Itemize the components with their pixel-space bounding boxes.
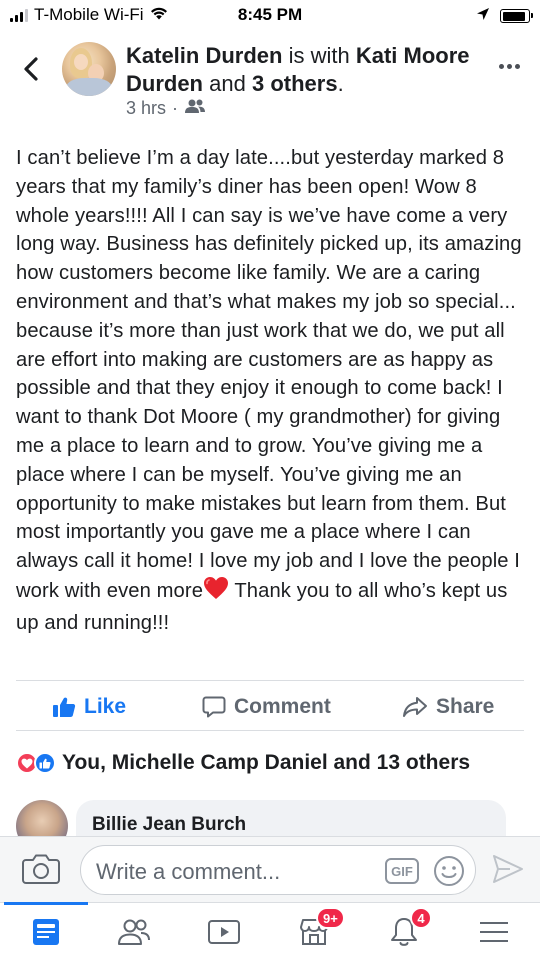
post-author-line: Katelin Durden is with Kati Moore Durden… bbox=[126, 42, 486, 98]
comment-button[interactable]: Comment bbox=[202, 684, 331, 730]
marketplace-badge: 9+ bbox=[316, 907, 345, 929]
and-text: and bbox=[209, 71, 246, 96]
share-button[interactable]: Share bbox=[402, 684, 494, 730]
comment-label: Comment bbox=[234, 695, 331, 718]
friends-icon bbox=[184, 98, 206, 119]
menu-icon bbox=[480, 922, 508, 942]
like-reaction-icon bbox=[34, 752, 56, 774]
post-text-part1: I can’t believe I’m a day late....but ye… bbox=[16, 147, 522, 602]
location-arrow-icon bbox=[476, 6, 490, 26]
write-comment-bar: Write a comment... GIF bbox=[0, 836, 540, 902]
meta-separator: · bbox=[172, 98, 179, 118]
commenter-name[interactable]: Billie Jean Burch bbox=[92, 814, 246, 836]
reactions-summary[interactable]: You, Michelle Camp Daniel and 13 others bbox=[16, 750, 470, 776]
emoji-button[interactable] bbox=[433, 855, 465, 892]
smiley-icon bbox=[434, 856, 464, 886]
reaction-icons bbox=[16, 752, 56, 774]
status-time: 8:45 PM bbox=[237, 5, 303, 24]
comment-preview[interactable]: Billie Jean Burch bbox=[16, 800, 540, 836]
tab-notifications[interactable]: 4 bbox=[374, 903, 434, 960]
status-right bbox=[476, 6, 533, 26]
tab-menu[interactable] bbox=[464, 903, 524, 960]
more-options-button[interactable] bbox=[499, 64, 520, 69]
camera-icon bbox=[22, 854, 60, 884]
video-icon bbox=[208, 920, 240, 944]
news-feed-icon bbox=[33, 919, 59, 945]
with-text: is with bbox=[288, 43, 350, 68]
tab-marketplace[interactable]: 9+ bbox=[284, 903, 345, 960]
tab-bar: 9+ 4 bbox=[0, 902, 540, 960]
chevron-left-icon bbox=[24, 57, 38, 81]
commenter-avatar[interactable] bbox=[16, 800, 68, 836]
post-header: Katelin Durden is with Kati Moore Durden… bbox=[0, 30, 540, 130]
others-link[interactable]: 3 others bbox=[252, 71, 338, 96]
like-button[interactable]: Like bbox=[52, 684, 126, 730]
post-meta: 3 hrs · bbox=[126, 98, 206, 119]
friends-icon bbox=[118, 919, 150, 945]
status-bar: T-Mobile Wi-Fi 8:45 PM bbox=[0, 0, 540, 30]
author-avatar[interactable] bbox=[62, 42, 116, 96]
post-time[interactable]: 3 hrs bbox=[126, 98, 166, 119]
action-bar: Like Comment Share bbox=[0, 684, 540, 730]
share-label: Share bbox=[436, 695, 495, 718]
back-button[interactable] bbox=[18, 54, 44, 84]
author-name[interactable]: Katelin Durden bbox=[126, 43, 282, 68]
battery-icon bbox=[500, 9, 533, 23]
comment-placeholder: Write a comment... bbox=[96, 859, 281, 884]
reactions-text: You, Michelle Camp Daniel and 13 others bbox=[62, 751, 471, 774]
tab-friends[interactable] bbox=[104, 903, 164, 960]
tab-watch[interactable] bbox=[194, 903, 254, 960]
tab-news-feed[interactable] bbox=[4, 902, 88, 960]
divider bbox=[16, 680, 524, 681]
period-text: . bbox=[337, 71, 344, 96]
camera-button[interactable] bbox=[22, 853, 60, 890]
gif-button[interactable]: GIF bbox=[385, 858, 419, 884]
notifications-badge: 4 bbox=[410, 907, 432, 929]
divider bbox=[16, 730, 524, 731]
heart-icon bbox=[203, 576, 229, 609]
send-icon bbox=[493, 855, 523, 883]
like-label: Like bbox=[84, 695, 127, 718]
comment-bubble-icon bbox=[202, 696, 226, 718]
post-body: I can’t believe I’m a day late....but ye… bbox=[16, 144, 528, 638]
comment-input[interactable]: Write a comment... GIF bbox=[80, 845, 476, 895]
thumbs-up-icon bbox=[53, 697, 76, 717]
share-arrow-icon bbox=[403, 697, 427, 717]
send-button[interactable] bbox=[492, 854, 524, 889]
